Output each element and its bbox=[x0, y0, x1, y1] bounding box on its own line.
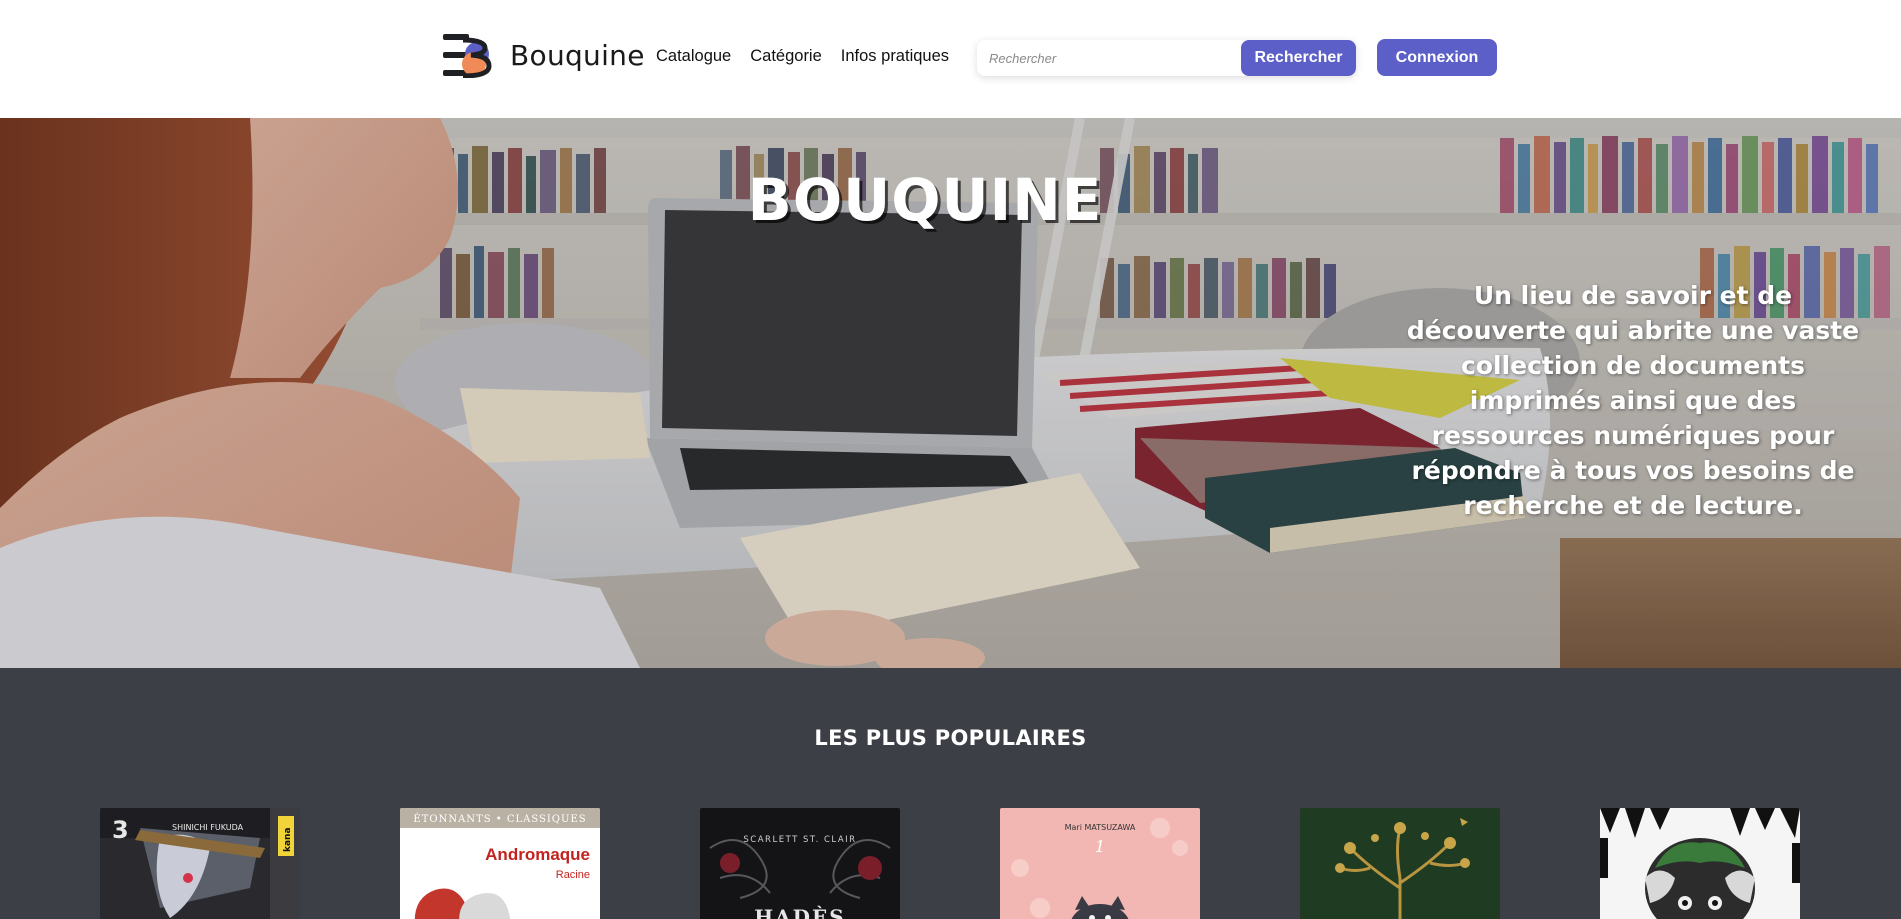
book-cover-6[interactable] bbox=[1600, 808, 1800, 919]
book-2-author: Racine bbox=[556, 869, 590, 881]
hero-title: BOUQUINE bbox=[747, 166, 1103, 234]
book-4-number: 1 bbox=[1095, 837, 1105, 856]
book-cover-5[interactable] bbox=[1300, 808, 1500, 919]
hero-banner: BOUQUINE Un lieu de savoir et de découve… bbox=[0, 118, 1901, 668]
logo-icon bbox=[443, 34, 492, 78]
nav-categorie[interactable]: Catégorie bbox=[750, 47, 822, 66]
book-1-author: SHINICHI FUKUDA bbox=[172, 823, 244, 832]
site-logo[interactable]: Bouquine bbox=[441, 32, 645, 78]
site-header: Bouquine Catalogue Catégorie Infos prati… bbox=[0, 0, 1901, 118]
book-2-title: Andromaque bbox=[485, 845, 590, 864]
book-3-author: SCARLETT ST. CLAIR bbox=[743, 835, 856, 845]
logo-text: Bouquine bbox=[510, 38, 645, 72]
book-cover-4[interactable]: Mari MATSUZAWA 1 bbox=[1000, 808, 1200, 919]
book-cover-1[interactable]: 3 SHINICHI FUKUDA kana bbox=[100, 808, 300, 919]
nav-infos-pratiques[interactable]: Infos pratiques bbox=[841, 47, 949, 66]
book-4-author: Mari MATSUZAWA bbox=[1065, 823, 1136, 832]
book-cover-3[interactable]: SCARLETT ST. CLAIR HADÈS bbox=[700, 808, 900, 919]
hero-description: Un lieu de savoir et de découverte qui a… bbox=[1406, 281, 1860, 520]
main-nav: Catalogue Catégorie Infos pratiques bbox=[656, 47, 949, 66]
book-1-number: 3 bbox=[112, 816, 129, 844]
search-form: Rechercher bbox=[977, 40, 1356, 76]
nav-catalogue[interactable]: Catalogue bbox=[656, 47, 731, 66]
popular-title: LES PLUS POPULAIRES bbox=[814, 726, 1087, 750]
book-1-publisher: kana bbox=[283, 827, 293, 852]
popular-section: LES PLUS POPULAIRES 3 SHINICHI FUKUDA ka… bbox=[0, 668, 1901, 919]
book-3-title: HADÈS bbox=[754, 905, 845, 919]
search-button[interactable]: Rechercher bbox=[1241, 40, 1356, 76]
search-input[interactable] bbox=[977, 41, 1237, 75]
book-cover-2[interactable]: ÉTONNANTS • CLASSIQUES Andromaque Racine bbox=[400, 808, 600, 919]
login-button[interactable]: Connexion bbox=[1377, 39, 1497, 76]
book-2-series: ÉTONNANTS • CLASSIQUES bbox=[413, 813, 586, 825]
